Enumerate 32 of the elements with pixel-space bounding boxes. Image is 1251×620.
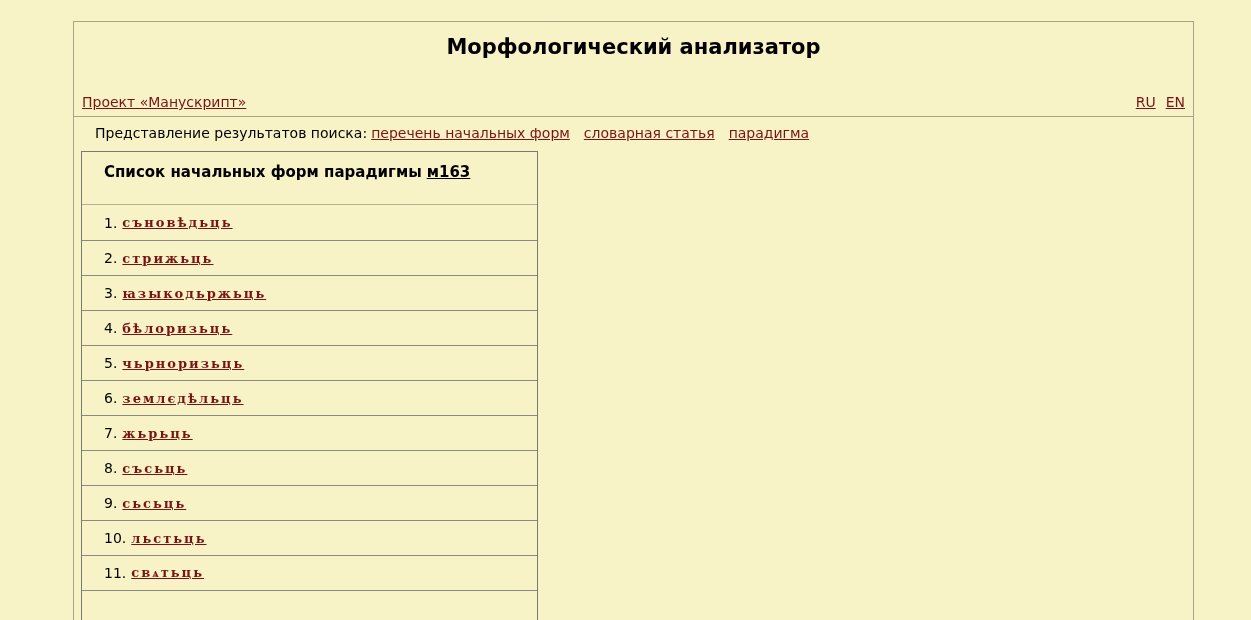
word-link[interactable]: чьрноризьць [122, 355, 245, 371]
item-number: 3. [104, 285, 118, 301]
list-heading: Список начальных форм парадигмы [104, 163, 422, 181]
view-link[interactable]: перечень начальных форм [371, 123, 570, 143]
item-number: 11. [104, 565, 127, 581]
word-link[interactable]: свѧтьць [131, 565, 205, 581]
project-link[interactable]: Проект «Манускрипт» [82, 94, 247, 110]
language-link[interactable]: EN [1165, 94, 1185, 110]
word-link[interactable]: ꙗзыкодьржьць [122, 285, 267, 301]
item-number: 2. [104, 250, 118, 266]
word-link[interactable]: стрижьць [122, 250, 214, 266]
paradigm-link[interactable]: м163 [426, 163, 471, 181]
item-number: 7. [104, 425, 118, 441]
word-link[interactable]: жьрьць [122, 425, 193, 441]
item-number: 6. [104, 390, 118, 406]
page-title: Морфологический анализатор [445, 34, 822, 61]
item-number: 1. [104, 214, 118, 231]
view-link[interactable]: парадигма [728, 123, 810, 143]
item-number: 9. [104, 495, 118, 511]
word-link[interactable]: съсьць [122, 460, 188, 476]
language-link[interactable]: RU [1135, 94, 1156, 110]
word-link[interactable]: бѣлоризьць [122, 320, 233, 336]
word-link[interactable]: съновѣдьць [122, 215, 233, 230]
view-label: Представление результатов поиска: [95, 124, 368, 143]
item-number: 10. [104, 530, 127, 546]
item-number: 8. [104, 460, 118, 476]
word-link[interactable]: землєдѣльць [122, 390, 244, 406]
word-link[interactable]: льстьць [131, 530, 207, 546]
word-link[interactable]: сьсьць [122, 495, 187, 511]
item-number: 4. [104, 320, 118, 336]
view-link[interactable]: словарная статья [583, 123, 715, 143]
item-number: 5. [104, 355, 118, 371]
